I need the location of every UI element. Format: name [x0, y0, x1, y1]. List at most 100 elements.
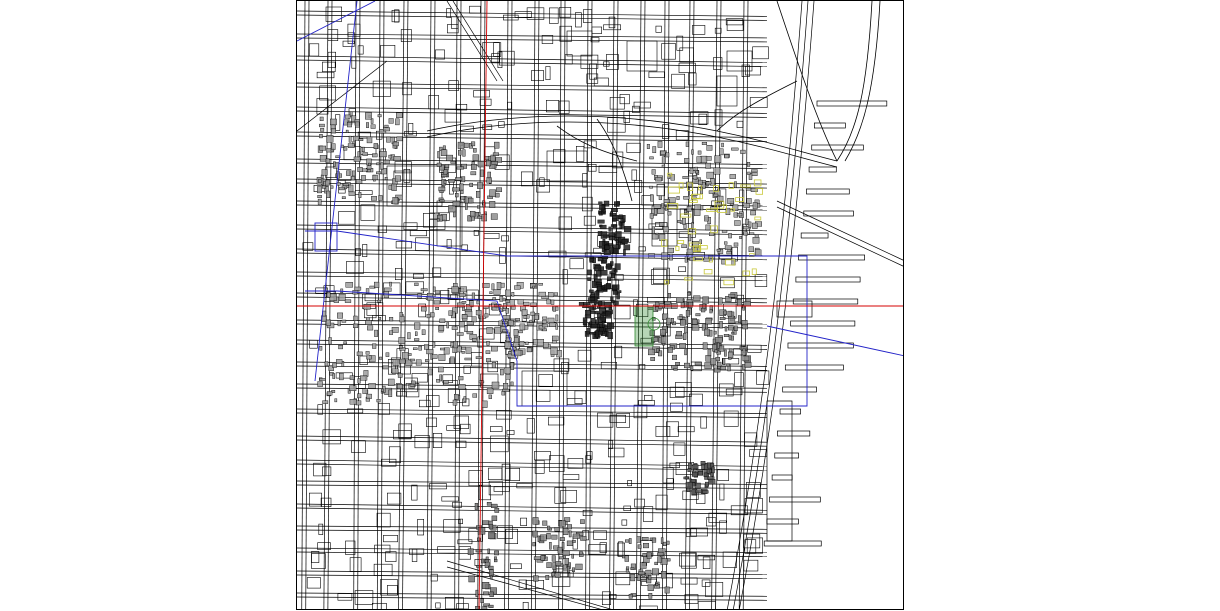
tower: [484, 313, 489, 318]
tower: [464, 325, 468, 332]
tower: [682, 176, 690, 179]
tower: [463, 142, 469, 148]
tower: [702, 296, 709, 304]
building: [526, 418, 535, 434]
tower: [488, 524, 494, 530]
tower: [547, 292, 554, 298]
pier: [800, 232, 829, 239]
tower: [458, 376, 464, 381]
building: [705, 582, 724, 597]
tower: [460, 196, 466, 200]
tower: [663, 226, 669, 233]
tower: [438, 354, 446, 361]
tower: [654, 208, 658, 215]
tower: [723, 334, 730, 337]
tower: [357, 378, 361, 384]
tower: [435, 290, 441, 295]
tower: [691, 222, 694, 229]
tower: [690, 479, 696, 483]
building: [309, 43, 320, 57]
tower: [591, 323, 598, 328]
tower: [458, 321, 465, 328]
tower: [651, 537, 657, 543]
tower: [688, 463, 693, 469]
tower: [649, 156, 654, 160]
tower: [336, 182, 341, 186]
map-viewport[interactable]: [296, 0, 904, 610]
tower: [685, 141, 689, 147]
tower: [368, 383, 376, 389]
tower: [511, 292, 515, 297]
tower: [663, 541, 667, 546]
tower: [478, 380, 485, 384]
street-line: [301, 1, 306, 609]
building: [444, 109, 462, 123]
tower: [339, 373, 344, 381]
building: [725, 18, 744, 26]
tower: [435, 307, 439, 310]
tower: [377, 114, 382, 118]
tower: [590, 297, 595, 301]
building: [621, 519, 628, 526]
landscape-patch: [688, 199, 698, 203]
tower: [346, 170, 351, 176]
tower: [510, 362, 514, 370]
tower: [652, 146, 657, 154]
building: [600, 361, 617, 369]
tower: [515, 318, 521, 321]
building: [457, 539, 473, 545]
tower: [687, 468, 692, 472]
building: [483, 233, 500, 239]
tower: [491, 362, 496, 369]
tower: [605, 283, 612, 290]
tower: [383, 159, 390, 165]
tower: [589, 332, 597, 335]
tower: [361, 175, 366, 181]
tower: [485, 556, 489, 560]
building: [389, 446, 401, 463]
building: [313, 462, 327, 477]
tower: [684, 362, 690, 369]
tower: [488, 532, 495, 540]
tower: [392, 196, 399, 205]
tower: [433, 286, 436, 292]
building: [587, 164, 597, 172]
tower: [704, 215, 709, 222]
building: [396, 388, 403, 397]
pier: [787, 342, 854, 349]
tower: [667, 293, 671, 299]
tower: [325, 158, 330, 164]
tower: [754, 249, 762, 256]
tower: [519, 341, 525, 346]
tower: [733, 325, 738, 331]
tower: [326, 135, 334, 143]
tower: [723, 310, 727, 315]
tower: [356, 351, 363, 356]
tower: [475, 589, 479, 597]
building: [360, 204, 376, 221]
tower: [598, 201, 603, 205]
landscape-patch: [710, 225, 718, 234]
tower: [380, 388, 384, 392]
tower: [468, 300, 474, 307]
tower: [440, 149, 448, 156]
tower: [624, 226, 632, 233]
tower: [628, 538, 632, 544]
tower: [391, 183, 397, 191]
tower: [448, 205, 456, 213]
tower: [610, 211, 613, 217]
tower: [731, 147, 739, 151]
building: [327, 29, 339, 42]
tower: [555, 572, 561, 578]
tower: [607, 322, 615, 329]
tower: [452, 201, 461, 207]
tower: [439, 318, 446, 323]
tower: [388, 378, 395, 386]
building: [411, 484, 418, 501]
tower: [546, 562, 552, 568]
tower: [693, 295, 701, 302]
tower: [508, 320, 514, 326]
tower: [352, 135, 360, 141]
city-plan-drawing[interactable]: [297, 1, 904, 610]
building: [400, 29, 412, 42]
